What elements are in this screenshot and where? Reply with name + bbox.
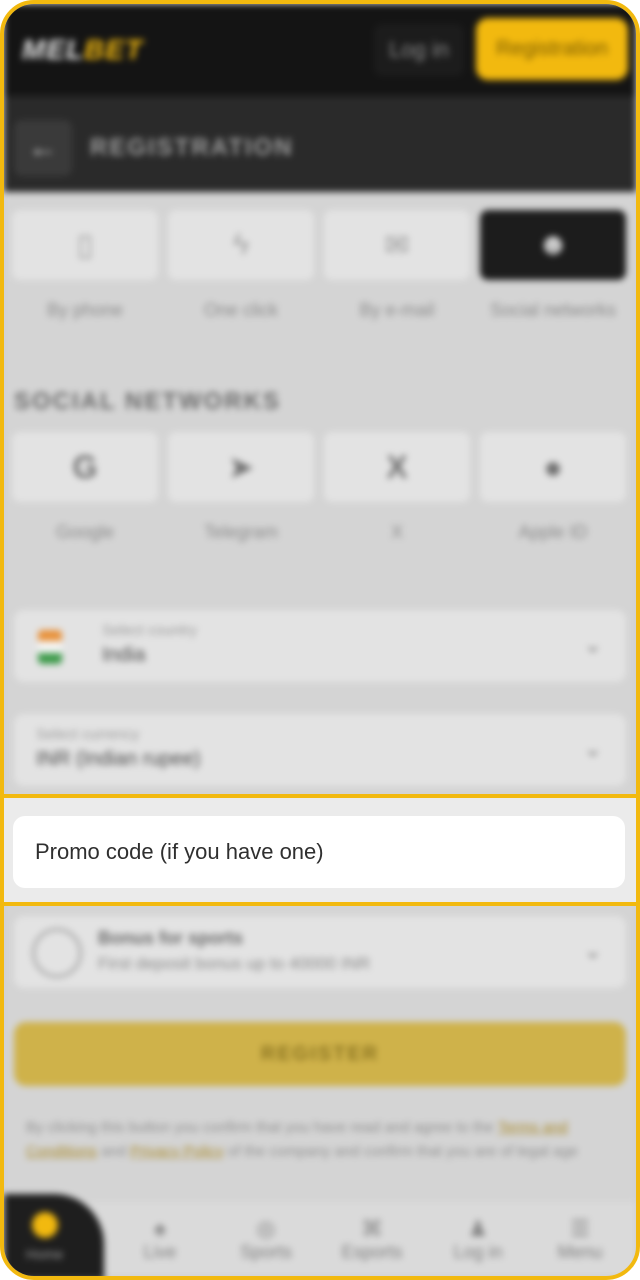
nav-sports[interactable]: ◎ Sports: [216, 1216, 316, 1263]
method-label: By e-mail: [359, 300, 435, 320]
blurred-background: MELBET Log in Registration ← REGISTRATIO…: [4, 4, 636, 1276]
lightning-icon: ϟ: [233, 228, 249, 261]
x-icon: X: [386, 448, 408, 485]
registration-header: ← REGISTRATION: [4, 96, 636, 192]
flame-icon: ♠: [154, 1216, 166, 1241]
ball-icon: ◎: [256, 1216, 276, 1241]
country-caption: Select country: [102, 622, 198, 639]
registration-methods: ▯ By phone ϟ One click ✉ By e-mail ☻ Soc…: [12, 210, 628, 322]
apple-icon: ●: [543, 448, 563, 485]
method-label: Social networks: [489, 300, 617, 320]
menu-icon: ☰: [570, 1216, 590, 1241]
logo[interactable]: MELBET: [22, 34, 143, 66]
country-select[interactable]: Select country India ⌄: [14, 610, 626, 682]
nav-menu[interactable]: ☰ Menu: [530, 1216, 630, 1263]
google-icon: G: [72, 448, 98, 485]
terms-before: By clicking this button you confirm that…: [26, 1119, 494, 1136]
top-bar: MELBET Log in Registration: [4, 4, 636, 96]
terms-middle: and: [101, 1143, 127, 1160]
nav-esports[interactable]: ⌘ Esports: [322, 1216, 422, 1263]
registration-form: ▯ By phone ϟ One click ✉ By e-mail ☻ Soc…: [4, 192, 636, 1276]
gamepad-icon: ⌘: [361, 1216, 383, 1241]
currency-select[interactable]: Select currency INR (Indian rupee) ⌄: [14, 714, 626, 786]
home-icon: [32, 1212, 58, 1238]
method-social-networks[interactable]: ☻ Social networks: [480, 210, 626, 322]
method-by-email[interactable]: ✉ By e-mail: [324, 210, 470, 322]
phone-icon: ▯: [76, 228, 94, 262]
method-by-phone[interactable]: ▯ By phone: [12, 210, 158, 322]
user-icon: ♟: [468, 1216, 488, 1241]
register-button[interactable]: REGISTER: [14, 1022, 626, 1086]
method-label: By phone: [46, 300, 124, 320]
currency-caption: Select currency: [36, 726, 140, 743]
page-title: REGISTRATION: [90, 134, 294, 161]
nav-live[interactable]: ♠ Live: [110, 1216, 210, 1263]
chevron-down-icon: ⌄: [583, 736, 602, 761]
nav-label: Sports: [239, 1242, 293, 1262]
back-button[interactable]: ←: [14, 120, 72, 176]
terms-text: By clicking this button you confirm that…: [26, 1116, 616, 1164]
nav-label: Log in: [453, 1242, 503, 1262]
india-flag-icon: [38, 630, 62, 664]
method-label: One click: [203, 300, 279, 320]
logo-part2: BET: [84, 34, 144, 65]
phone-frame: MELBET Log in Registration ← REGISTRATIO…: [0, 0, 640, 1280]
login-button[interactable]: Log in: [374, 24, 464, 76]
registration-button[interactable]: Registration: [476, 18, 628, 80]
currency-value: INR (Indian rupee): [36, 748, 201, 770]
terms-after: of the company and confirm that you are …: [227, 1143, 579, 1160]
method-one-click[interactable]: ϟ One click: [168, 210, 314, 322]
social-label: X: [390, 522, 403, 542]
promo-code-highlight: [4, 794, 636, 906]
social-networks: G Google ➤ Telegram X X ● Apple ID: [12, 432, 628, 543]
social-label: Apple ID: [518, 522, 588, 542]
nav-label: Esports: [341, 1242, 403, 1262]
chevron-down-icon: ⌄: [583, 938, 602, 963]
bonus-subtitle: First deposit bonus up to 40000 INR: [98, 954, 371, 973]
ball-icon: [32, 928, 82, 978]
nav-home[interactable]: Home: [4, 1194, 104, 1276]
people-icon: ☻: [537, 228, 569, 261]
nav-label: Home: [26, 1246, 64, 1262]
privacy-link[interactable]: Privacy Policy: [130, 1143, 223, 1160]
social-label: Google: [55, 522, 115, 542]
social-x[interactable]: X X: [324, 432, 470, 543]
nav-label: Menu: [557, 1242, 603, 1262]
social-telegram[interactable]: ➤ Telegram: [168, 432, 314, 543]
logo-part1: MEL: [22, 34, 85, 65]
social-google[interactable]: G Google: [12, 432, 158, 543]
chevron-down-icon: ⌄: [583, 632, 602, 657]
envelope-icon: ✉: [384, 228, 410, 262]
social-label: Telegram: [203, 522, 279, 542]
social-section-title: SOCIAL NETWORKS: [14, 388, 281, 415]
country-value: India: [102, 644, 146, 666]
bottom-navigation: Home ♠ Live ◎ Sports ⌘ Esports ♟ Log in: [4, 1194, 636, 1276]
telegram-icon: ➤: [227, 449, 255, 485]
arrow-left-icon: ←: [28, 131, 58, 164]
nav-login[interactable]: ♟ Log in: [428, 1216, 528, 1263]
bonus-select[interactable]: Bonus for sports First deposit bonus up …: [14, 916, 626, 988]
bonus-title: Bonus for sports: [98, 928, 244, 948]
nav-label: Live: [143, 1242, 177, 1262]
social-apple[interactable]: ● Apple ID: [480, 432, 626, 543]
promo-code-input[interactable]: [13, 816, 625, 888]
